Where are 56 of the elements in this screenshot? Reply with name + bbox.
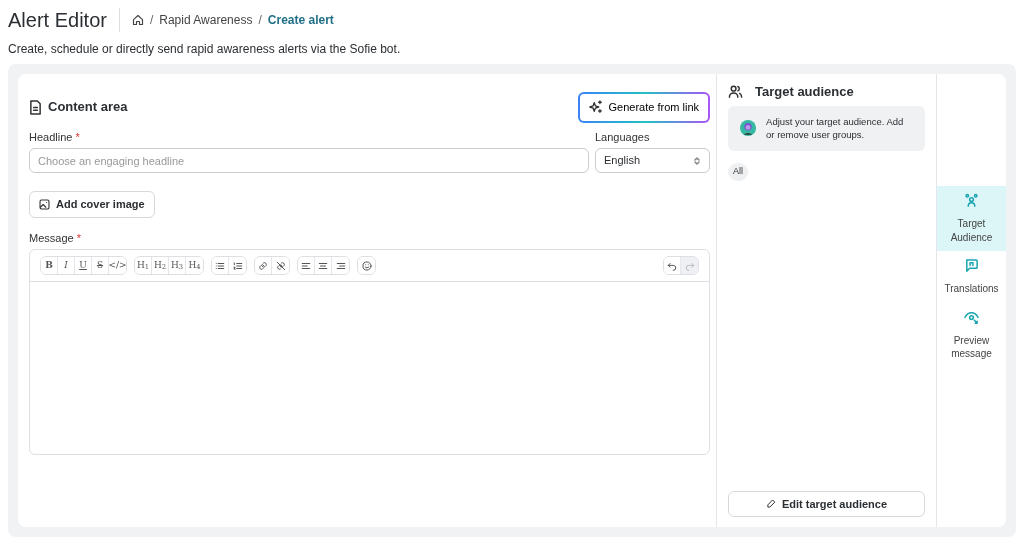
document-icon [29, 99, 42, 115]
link-button[interactable] [255, 257, 272, 274]
breadcrumb-separator: / [258, 12, 262, 29]
undo-icon [667, 260, 677, 271]
align-center-button[interactable] [315, 257, 332, 274]
headline-label: Headline [29, 129, 73, 145]
add-cover-image-button[interactable]: Add cover image [29, 191, 155, 218]
section-title: Target audience [755, 84, 854, 100]
emoji-icon [361, 260, 372, 271]
bold-button[interactable]: B [41, 257, 58, 274]
breadcrumb-link[interactable]: Create alert [267, 11, 334, 29]
users-icon [728, 84, 743, 100]
message-editor[interactable]: B I U S </> H$_{1}$ H$_{2}$ H$_{3}$ H$_{4}$ [29, 249, 710, 455]
heading-button[interactable]: H$_{3}$ [169, 257, 186, 274]
align-right-icon [335, 260, 346, 271]
link-icon [258, 260, 268, 271]
bullet-list-icon [215, 260, 225, 271]
page-title: Alert Editor [8, 8, 107, 32]
required-mark: * [76, 230, 81, 246]
eye-icon [964, 309, 979, 325]
generate-from-link-button[interactable]: Generate from link [577, 92, 710, 123]
heading-button[interactable]: H$_{2}$ [152, 257, 169, 274]
align-center-icon [318, 260, 328, 271]
align-left-button[interactable] [298, 257, 315, 274]
sparkle-icon [588, 100, 603, 115]
side-tab[interactable]: Translations [937, 251, 1006, 303]
emoji-button[interactable] [358, 257, 375, 274]
info-text: Adjust your target audience. Add or remove user groups. [766, 114, 905, 143]
home-icon [131, 14, 144, 26]
heading-button[interactable]: H$_{4}$ [186, 257, 203, 274]
page-description: Create, schedule or directly send rapid awareness alerts via the Sofie bot. [8, 41, 402, 58]
edit-target-audience-button[interactable]: Edit target audience [728, 490, 925, 517]
unlink-icon [275, 260, 286, 271]
align-left-icon [301, 260, 311, 271]
image-icon [39, 198, 50, 210]
side-tab[interactable]: Preview message [937, 302, 1006, 368]
side-tab[interactable]: Target Audience [937, 186, 1006, 251]
languages-select[interactable]: English [595, 148, 710, 173]
numbered-list-icon [232, 260, 243, 271]
heading-button[interactable]: H$_{1}$ [135, 257, 152, 274]
chevron-updown-icon [693, 155, 701, 166]
breadcrumb-separator: / [149, 12, 154, 29]
people-icon [964, 193, 979, 208]
pencil-icon [765, 498, 776, 509]
bullet-list-button[interactable] [212, 257, 229, 274]
headline-field[interactable]: Choose an engaging headline [29, 148, 589, 173]
section-title: Content area [48, 99, 128, 116]
code-button[interactable]: </> [109, 257, 126, 274]
undo-button[interactable] [664, 257, 681, 274]
languages-label: Languages [595, 129, 651, 145]
redo-icon [684, 260, 695, 271]
chat-icon [964, 258, 979, 273]
required-mark: * [75, 129, 80, 145]
message-label: Message [29, 230, 74, 246]
audience-tag: All [728, 163, 748, 181]
breadcrumb-link[interactable]: Rapid Awareness [159, 11, 253, 29]
